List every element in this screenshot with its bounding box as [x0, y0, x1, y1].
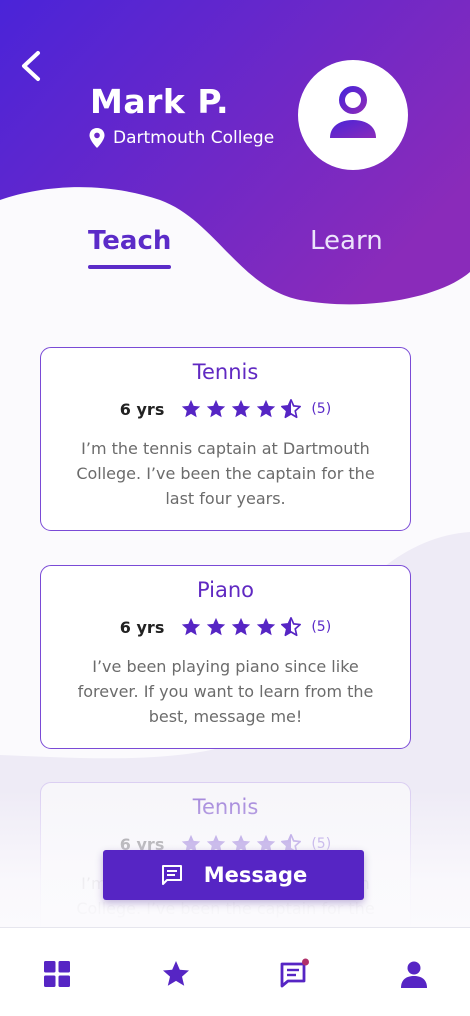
tab-teach-label: Teach: [88, 226, 172, 256]
star-filled-icon: [182, 399, 201, 418]
star-filled-icon: [182, 617, 201, 636]
profile-name: Mark P.: [90, 82, 229, 121]
active-tab-indicator: [88, 265, 172, 269]
back-button[interactable]: [16, 48, 48, 84]
nav-item-dashboard[interactable]: [41, 958, 73, 990]
rating-stars: [180, 616, 305, 638]
profile-icon: [401, 961, 427, 988]
grid-icon: [44, 961, 70, 987]
star-filled-icon: [257, 399, 276, 418]
skill-title: Tennis: [192, 795, 259, 819]
star-filled-icon: [207, 617, 226, 636]
review-count: (5): [311, 401, 332, 417]
star-filled-icon: [257, 617, 276, 636]
skill-title: Tennis: [192, 360, 259, 384]
skill-card[interactable]: Piano 6 yrs (5) I’ve been playing piano …: [40, 565, 411, 749]
chat-icon: [280, 958, 309, 988]
skill-card[interactable]: Tennis 6 yrs (5) I’m the tennis captain …: [40, 347, 411, 531]
message-button[interactable]: Message: [103, 850, 364, 900]
star-filled-icon: [232, 399, 251, 418]
skill-description: I’ve been playing piano since like forev…: [77, 657, 374, 726]
star-half-icon: [281, 617, 302, 637]
tab-learn[interactable]: Learn: [310, 226, 383, 256]
review-count: (5): [311, 619, 332, 635]
star-filled-icon: [232, 617, 251, 636]
nav-item-messages[interactable]: [278, 958, 310, 990]
skill-years: 6 yrs: [119, 617, 165, 637]
star-filled-icon: [207, 399, 226, 418]
user-icon: [330, 86, 376, 138]
location-label: Dartmouth College: [113, 128, 275, 148]
avatar[interactable]: [298, 60, 408, 170]
bottom-nav: [0, 927, 470, 1016]
star-icon: [163, 961, 189, 986]
nav-item-profile[interactable]: [398, 958, 430, 990]
skill-meta: 6 yrs (5): [41, 616, 410, 638]
tab-learn-label: Learn: [310, 226, 383, 256]
skill-meta: 6 yrs (5): [41, 398, 410, 420]
star-half-icon: [281, 399, 302, 419]
profile-screen: Mark P. Dartmouth College Teach Learn Te…: [0, 0, 470, 1016]
skill-years: 6 yrs: [119, 399, 165, 419]
skill-description: I’m the tennis captain at Dartmouth Coll…: [76, 439, 375, 508]
message-button-label: Message: [203, 863, 308, 887]
chevron-left-icon: [22, 51, 40, 81]
tab-teach[interactable]: Teach: [88, 226, 172, 269]
rating-stars: [180, 398, 305, 420]
notification-dot: [302, 958, 309, 966]
profile-location: Dartmouth College: [88, 127, 274, 149]
chat-icon: [161, 865, 182, 885]
nav-item-favorites[interactable]: [160, 958, 192, 990]
location-pin-icon: [89, 128, 105, 148]
skill-title: Piano: [196, 578, 255, 602]
